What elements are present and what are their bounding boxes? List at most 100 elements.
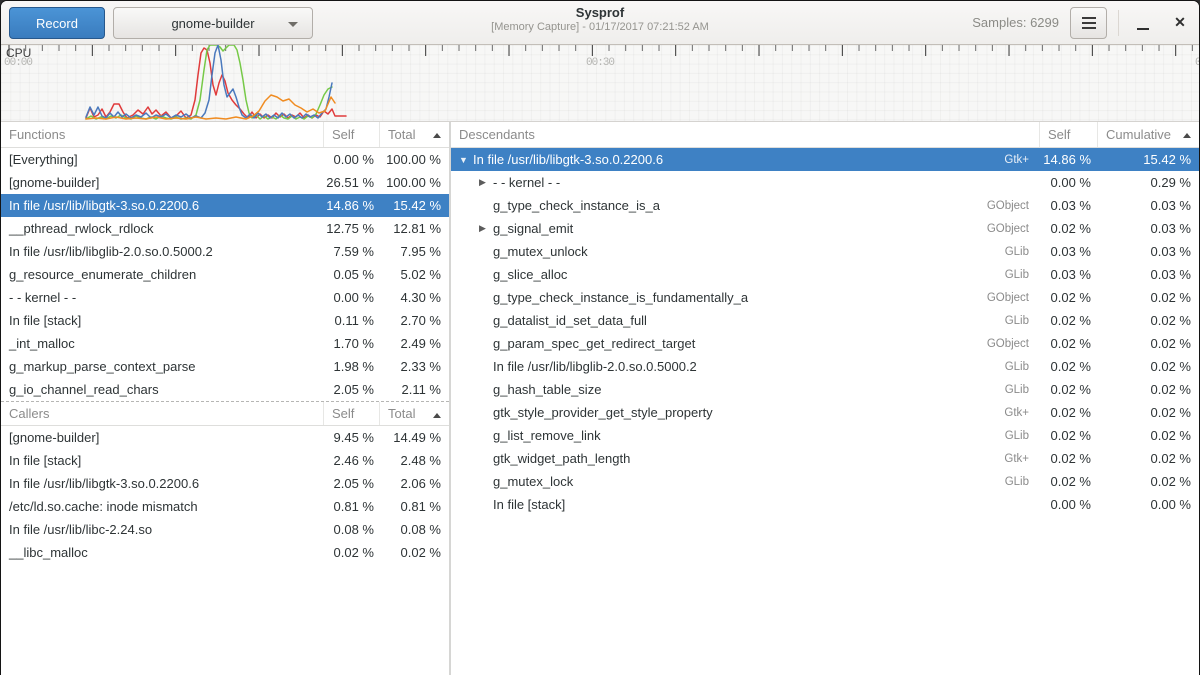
table-row[interactable]: g_type_check_instance_is_fundamentally_a…	[451, 286, 1199, 309]
table-row[interactable]: - - kernel - - 0.00 % 4.30 %	[1, 286, 449, 309]
column-header-functions[interactable]: Functions	[1, 122, 323, 147]
self-percent: 12.75 %	[323, 221, 379, 236]
descendant-name: g_param_spec_get_redirect_target	[493, 336, 695, 351]
self-percent: 0.02 %	[1039, 428, 1097, 443]
time-label-mid: 00:30	[586, 57, 614, 69]
function-name: _int_malloc	[1, 336, 323, 351]
descendant-name: gtk_widget_path_length	[493, 451, 630, 466]
table-row[interactable]: __pthread_rwlock_rdlock 12.75 % 12.81 %	[1, 217, 449, 240]
table-row[interactable]: gtk_widget_path_length Gtk+ 0.02 % 0.02 …	[451, 447, 1199, 470]
cumulative-percent: 0.02 %	[1097, 313, 1199, 328]
table-row[interactable]: g_param_spec_get_redirect_target GObject…	[451, 332, 1199, 355]
main-content: Functions Self Total [Everything] 0.00 %…	[1, 122, 1199, 675]
column-header-self[interactable]: Self	[323, 122, 379, 147]
descendant-name: g_mutex_unlock	[493, 244, 588, 259]
expander-icon[interactable]: ▶	[479, 223, 493, 234]
cumulative-percent: 0.03 %	[1097, 221, 1199, 236]
table-row[interactable]: g_resource_enumerate_children 0.05 % 5.0…	[1, 263, 449, 286]
table-row[interactable]: In file /usr/lib/libc-2.24.so 0.08 % 0.0…	[1, 518, 449, 541]
total-percent: 7.95 %	[379, 244, 449, 259]
descendants-table: Descendants Self Cumulative ▼ In file /u…	[451, 122, 1199, 675]
library-badge: Gtk+	[1004, 407, 1039, 419]
table-row[interactable]: g_mutex_unlock GLib 0.03 % 0.03 %	[451, 240, 1199, 263]
expander-icon[interactable]: ▶	[479, 177, 493, 188]
self-percent: 0.05 %	[323, 267, 379, 282]
table-row[interactable]: ▶ g_signal_emit GObject 0.02 % 0.03 %	[451, 217, 1199, 240]
descendant-name: In file [stack]	[493, 497, 565, 512]
expander-icon[interactable]: ▼	[459, 155, 473, 165]
table-row[interactable]: In file [stack] 0.11 % 2.70 %	[1, 309, 449, 332]
total-percent: 2.06 %	[379, 476, 449, 491]
self-percent: 1.98 %	[323, 359, 379, 374]
self-percent: 9.45 %	[323, 430, 379, 445]
table-row[interactable]: ▼ In file /usr/lib/libgtk-3.so.0.2200.6 …	[451, 148, 1199, 171]
table-row[interactable]: __libc_malloc 0.02 % 0.02 %	[1, 541, 449, 564]
descendant-name: - - kernel - -	[493, 175, 560, 190]
callers-table: Callers Self Total [gnome-builder] 9.45 …	[1, 401, 449, 564]
column-header-cumulative[interactable]: Cumulative	[1097, 122, 1199, 147]
descendants-table-body: ▼ In file /usr/lib/libgtk-3.so.0.2200.6 …	[451, 148, 1199, 516]
cumulative-percent: 0.02 %	[1097, 405, 1199, 420]
self-percent: 26.51 %	[323, 175, 379, 190]
function-name: g_markup_parse_context_parse	[1, 359, 323, 374]
self-percent: 2.05 %	[323, 476, 379, 491]
self-percent: 0.03 %	[1039, 267, 1097, 282]
cumulative-percent: 15.42 %	[1097, 152, 1199, 167]
table-row[interactable]: _int_malloc 1.70 % 2.49 %	[1, 332, 449, 355]
library-badge: GObject	[987, 338, 1039, 350]
library-badge: GObject	[987, 200, 1039, 212]
close-button[interactable]: ✕	[1169, 11, 1191, 33]
table-row[interactable]: g_list_remove_link GLib 0.02 % 0.02 %	[451, 424, 1199, 447]
table-row[interactable]: [gnome-builder] 26.51 % 100.00 %	[1, 171, 449, 194]
descendant-name: g_type_check_instance_is_fundamentally_a	[493, 290, 748, 305]
left-pane: Functions Self Total [Everything] 0.00 %…	[1, 122, 449, 675]
descendant-name: gtk_style_provider_get_style_property	[493, 405, 713, 420]
self-percent: 0.02 %	[1039, 474, 1097, 489]
table-row[interactable]: g_hash_table_size GLib 0.02 % 0.02 %	[451, 378, 1199, 401]
self-percent: 0.02 %	[1039, 405, 1097, 420]
table-row[interactable]: In file /usr/lib/libgtk-3.so.0.2200.6 2.…	[1, 472, 449, 495]
column-header-callers[interactable]: Callers	[1, 402, 323, 425]
cumulative-percent: 0.02 %	[1097, 290, 1199, 305]
column-header-total[interactable]: Total	[379, 402, 449, 425]
column-header-total-label: Total	[388, 127, 415, 142]
table-row[interactable]: /etc/ld.so.cache: inode mismatch 0.81 % …	[1, 495, 449, 518]
table-row[interactable]: gtk_style_provider_get_style_property Gt…	[451, 401, 1199, 424]
table-row[interactable]: In file /usr/lib/libglib-2.0.so.0.5000.2…	[451, 355, 1199, 378]
table-row[interactable]: g_markup_parse_context_parse 1.98 % 2.33…	[1, 355, 449, 378]
minimize-button[interactable]	[1133, 13, 1153, 33]
cpu-graph-area[interactable]: CPU 00:00 00:30 01:00	[1, 45, 1199, 122]
table-row[interactable]: [gnome-builder] 9.45 % 14.49 %	[1, 426, 449, 449]
function-name: In file /usr/lib/libc-2.24.so	[1, 522, 323, 537]
total-percent: 2.11 %	[379, 382, 449, 397]
total-percent: 100.00 %	[379, 152, 449, 167]
sort-ascending-icon	[433, 133, 441, 138]
table-row[interactable]: g_type_check_instance_is_a GObject 0.03 …	[451, 194, 1199, 217]
table-row[interactable]: g_io_channel_read_chars 2.05 % 2.11 %	[1, 378, 449, 401]
function-name: In file [stack]	[1, 453, 323, 468]
menu-button[interactable]	[1070, 7, 1107, 39]
table-row[interactable]: [Everything] 0.00 % 100.00 %	[1, 148, 449, 171]
table-row[interactable]: g_datalist_id_set_data_full GLib 0.02 % …	[451, 309, 1199, 332]
headerbar: Record gnome-builder Sysprof [Memory Cap…	[1, 1, 1199, 45]
total-percent: 2.48 %	[379, 453, 449, 468]
self-percent: 2.05 %	[323, 382, 379, 397]
column-header-total[interactable]: Total	[379, 122, 449, 147]
self-percent: 0.00 %	[1039, 497, 1097, 512]
column-header-descendants[interactable]: Descendants	[451, 122, 1039, 147]
total-percent: 15.42 %	[379, 198, 449, 213]
cumulative-percent: 0.03 %	[1097, 198, 1199, 213]
table-row[interactable]: ▶ - - kernel - - 0.00 % 0.29 %	[451, 171, 1199, 194]
table-row[interactable]: g_mutex_lock GLib 0.02 % 0.02 %	[451, 470, 1199, 493]
table-row[interactable]: In file [stack] 2.46 % 2.48 %	[1, 449, 449, 472]
descendant-name: g_signal_emit	[493, 221, 573, 236]
table-row[interactable]: In file /usr/lib/libgtk-3.so.0.2200.6 14…	[1, 194, 449, 217]
table-row[interactable]: In file /usr/lib/libglib-2.0.so.0.5000.2…	[1, 240, 449, 263]
column-header-self[interactable]: Self	[1039, 122, 1097, 147]
hamburger-icon	[1082, 17, 1096, 29]
self-percent: 0.00 %	[1039, 175, 1097, 190]
function-name: g_resource_enumerate_children	[1, 267, 323, 282]
table-row[interactable]: g_slice_alloc GLib 0.03 % 0.03 %	[451, 263, 1199, 286]
table-row[interactable]: In file [stack] 0.00 % 0.00 %	[451, 493, 1199, 516]
column-header-self[interactable]: Self	[323, 402, 379, 425]
